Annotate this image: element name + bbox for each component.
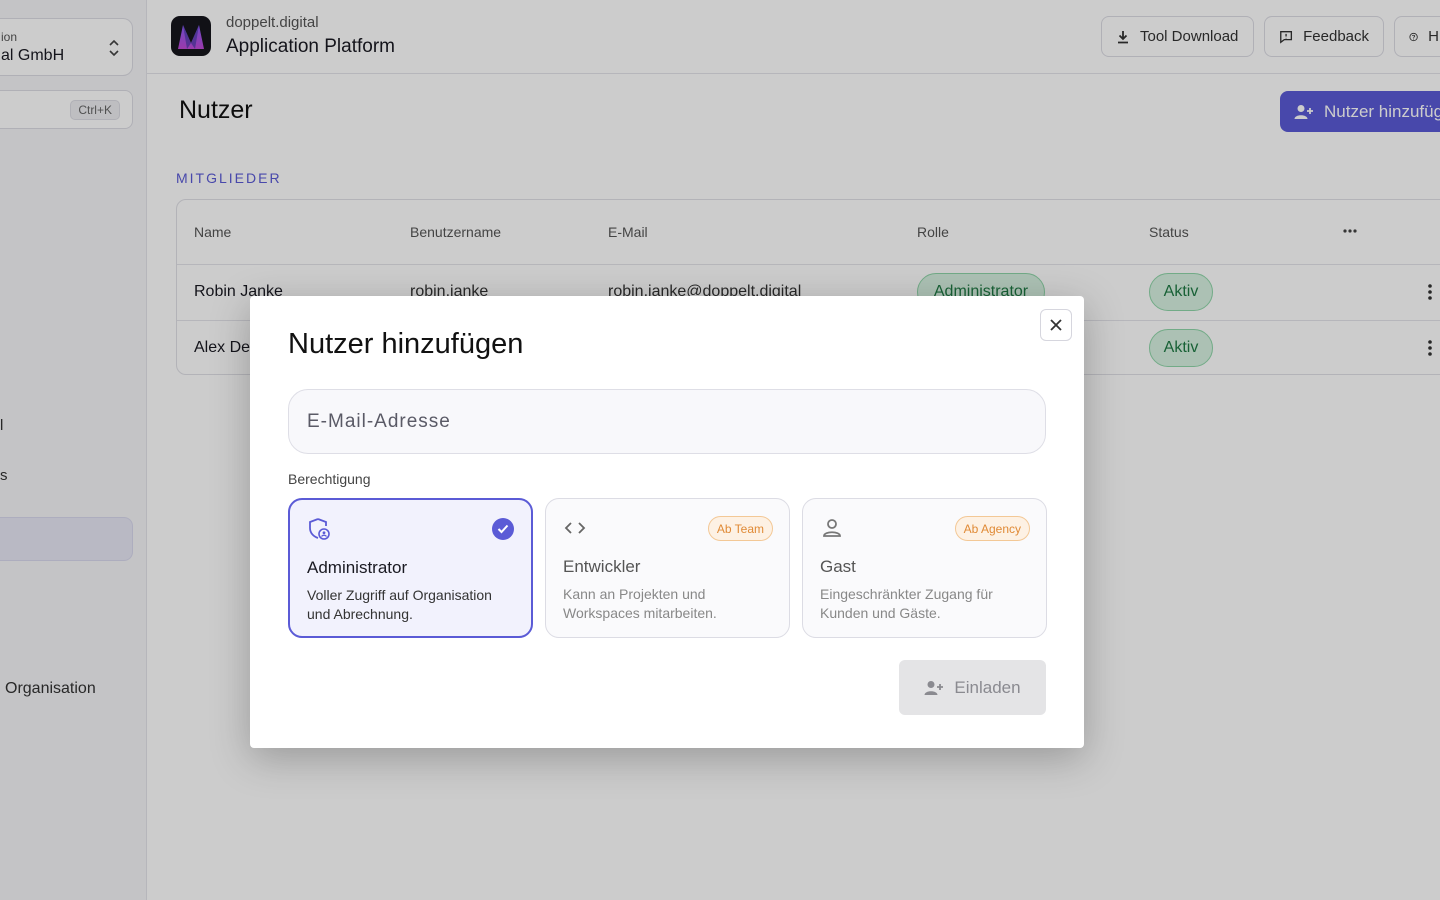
shield-user-icon [309, 518, 330, 540]
invite-button[interactable]: Einladen [899, 660, 1046, 715]
permission-label: Berechtigung [288, 471, 371, 487]
role-description: Kann an Projekten und Workspaces mitarbe… [563, 586, 717, 621]
user-icon [823, 519, 841, 537]
tier-badge: Ab Team [707, 516, 773, 541]
role-description: Voller Zugriff auf Organisation und Abre… [307, 587, 492, 622]
user-plus-icon [924, 680, 944, 695]
role-option-developer[interactable]: Ab Team Entwickler Kann an Projekten und… [545, 498, 790, 638]
role-description: Eingeschränkter Zugang für Kunden und Gä… [820, 586, 993, 621]
add-user-dialog: Nutzer hinzufügen Berechtigung Administr… [250, 296, 1084, 748]
role-option-guest[interactable]: Ab Agency Gast Eingeschränkter Zugang fü… [802, 498, 1047, 638]
role-option-administrator[interactable]: Administrator Voller Zugriff auf Organis… [288, 498, 533, 638]
role-title: Gast [820, 557, 856, 576]
dialog-title: Nutzer hinzufügen [288, 328, 524, 360]
tier-badge: Ab Agency [954, 516, 1030, 541]
close-icon [1050, 319, 1062, 331]
selected-check-icon [492, 518, 514, 540]
code-icon [564, 522, 586, 534]
role-title: Administrator [307, 558, 408, 577]
role-title: Entwickler [563, 557, 641, 576]
invite-label: Einladen [954, 677, 1021, 697]
email-field[interactable] [288, 389, 1046, 454]
close-button[interactable] [1040, 309, 1072, 341]
